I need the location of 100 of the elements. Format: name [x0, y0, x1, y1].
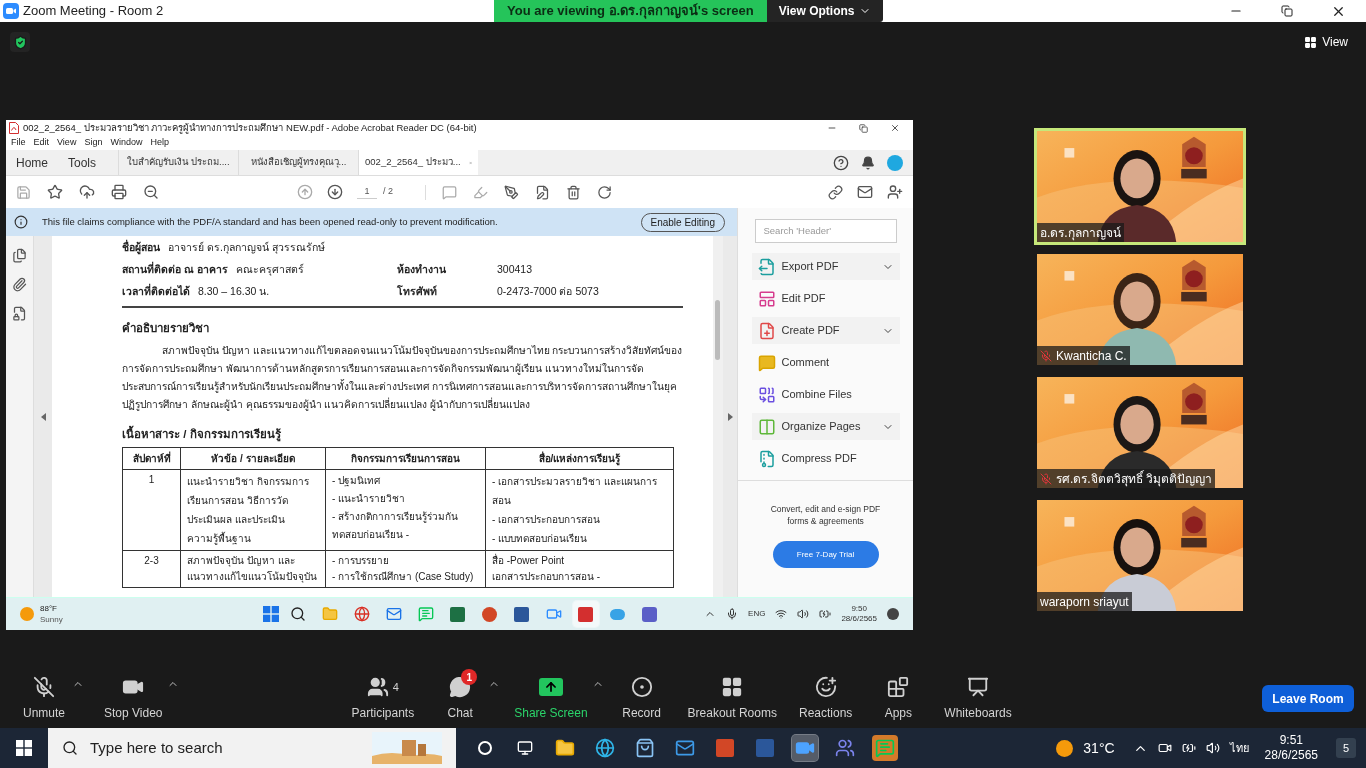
field-label: ชื่อผู้สอน — [122, 240, 160, 256]
notice-text: This file claims compliance with the PDF/A standard and has been opened read-only to prevent modification. — [42, 214, 498, 229]
record-icon — [630, 676, 653, 698]
sun-icon — [1056, 739, 1074, 757]
whiteboards-button[interactable]: Whiteboards — [936, 668, 1020, 722]
trash-icon[interactable] — [566, 184, 581, 200]
nav-tab[interactable]: Home — [6, 150, 58, 175]
share-screen-button[interactable]: Share Screen — [506, 668, 596, 722]
mail-icon[interactable] — [857, 184, 873, 200]
tool-item[interactable]: Organize Pages — [751, 413, 900, 440]
clock-date: 28/6/2565 — [1264, 748, 1318, 763]
attachment-icon[interactable] — [12, 277, 27, 292]
close-icon[interactable] — [890, 123, 900, 133]
language-indicator[interactable]: ไทย — [1229, 739, 1249, 757]
restore-icon[interactable] — [1281, 5, 1293, 17]
volume-icon[interactable] — [797, 608, 810, 620]
zoom-out-icon[interactable] — [143, 184, 159, 200]
page-number-field[interactable]: 1 — [357, 184, 377, 200]
apps-button[interactable]: Apps — [866, 668, 931, 722]
media-line: เอกสารประกอบการสอน - — [492, 569, 602, 584]
tool-item[interactable]: Compress PDF — [751, 445, 900, 472]
help-icon[interactable] — [833, 154, 849, 171]
next-page-icon[interactable] — [327, 184, 343, 200]
breakout-button[interactable]: Breakout Rooms — [679, 668, 785, 722]
pages-panel-icon[interactable] — [12, 248, 27, 263]
landscape-icon — [372, 732, 442, 764]
tool-item[interactable]: Create PDF — [751, 317, 900, 344]
view-options-button[interactable]: View Options — [766, 0, 883, 22]
menu-item[interactable]: View — [57, 136, 77, 150]
add-user-icon[interactable] — [887, 184, 903, 200]
column-header: สื่อ/แหล่งการเรียนรู้ — [485, 447, 674, 470]
pen-icon[interactable] — [504, 184, 519, 200]
camera-icon[interactable] — [1157, 741, 1172, 755]
video-tile[interactable]: อ.ดร.กุลกาญจน์ — [1034, 128, 1246, 245]
tool-item[interactable]: Edit PDF — [751, 285, 900, 312]
menu-item[interactable]: Help — [150, 136, 169, 150]
volume-icon[interactable] — [1205, 741, 1220, 755]
media-line: - แบบทดสอบก่อนเรียน — [492, 531, 589, 546]
video-tile[interactable]: waraporn sriayut — [1034, 497, 1246, 614]
tool-item[interactable]: Combine Files — [751, 381, 900, 408]
temperature: 31°C — [1083, 738, 1115, 758]
nav-tab[interactable]: Tools — [58, 150, 107, 175]
topic-line: เรียนการสอน วิธีการวัด — [187, 493, 289, 508]
audio-button[interactable]: Unmute — [12, 668, 76, 722]
edit-file-icon[interactable] — [535, 184, 550, 200]
menu-item[interactable]: Sign — [84, 136, 103, 150]
menu-item[interactable]: Window — [110, 136, 143, 150]
video-tile[interactable]: Kwanticha C. — [1034, 251, 1246, 368]
page-total: / 2 — [383, 185, 393, 199]
windows-icon[interactable] — [262, 606, 279, 622]
view-button[interactable]: View — [1304, 33, 1348, 51]
security-badge[interactable] — [10, 32, 30, 52]
restore-icon[interactable] — [859, 123, 868, 133]
video-tile[interactable]: รศ.ดร.จิตตวิสุทธิ์ วิมุตติปัญญา — [1034, 374, 1246, 491]
scrollbar[interactable] — [715, 300, 720, 360]
wifi-icon[interactable] — [775, 608, 788, 620]
media-line: สื่อ -Power Point — [492, 552, 566, 568]
print-icon[interactable] — [111, 184, 127, 200]
leave-button[interactable]: Leave Room — [1262, 685, 1354, 712]
upload-icon[interactable] — [79, 184, 95, 200]
unread-badge: 1 — [461, 669, 478, 685]
mic-icon[interactable] — [726, 608, 739, 620]
chat-button[interactable]: 1 Chat — [428, 668, 493, 722]
reactions-button[interactable]: Reactions — [790, 668, 861, 722]
participants-button[interactable]: 4 Participants — [343, 668, 423, 722]
field-value: 8.30 – 16.30 น. — [198, 283, 270, 299]
battery-icon[interactable] — [1181, 741, 1196, 755]
record-button[interactable]: Record — [609, 668, 674, 722]
windows-icon[interactable] — [16, 740, 32, 756]
promo-text: Convert, edit and e-sign PDF forms & agreements — [769, 503, 882, 527]
video-call-icon[interactable] — [792, 735, 818, 761]
tool-item[interactable]: Export PDF — [751, 253, 900, 280]
taskbar-search-field[interactable]: Type here to search — [48, 728, 456, 768]
activity-line: - แนะนำรายวิชา — [332, 491, 407, 506]
link-icon[interactable] — [828, 184, 843, 200]
compress-icon — [757, 449, 776, 468]
collapse-arrow-icon[interactable] — [40, 412, 46, 421]
file-lock-icon[interactable] — [12, 306, 27, 321]
app-logo-icon — [3, 3, 19, 19]
expand-arrow-icon[interactable] — [727, 412, 733, 421]
smiley-icon — [814, 676, 837, 698]
clock-date: 28/6/2565 — [841, 614, 877, 624]
menu-item[interactable]: Edit — [33, 136, 50, 150]
star-icon[interactable] — [47, 184, 63, 200]
topic-line: แนะนำรายวิชา กิจกรรมการ — [187, 474, 310, 489]
search-icon — [62, 740, 78, 756]
notification-badge[interactable]: 5 — [1336, 738, 1356, 758]
free-trial-button[interactable]: Free 7-Day Trial — [772, 541, 879, 568]
battery-icon[interactable] — [819, 608, 832, 620]
bell-icon[interactable] — [861, 155, 875, 170]
rotate-icon[interactable] — [597, 184, 612, 200]
window-title: Zoom Meeting - Room 2 — [23, 2, 164, 21]
menu-item[interactable]: File — [11, 136, 26, 150]
language-indicator[interactable]: ENG — [748, 608, 766, 620]
topic-line: แนวทางแก้ไขแนวโน้มปัจจุบัน — [187, 569, 318, 585]
video-button[interactable]: Stop Video — [96, 668, 171, 722]
column-header: หัวข้อ / รายละเอียด — [180, 447, 326, 470]
tool-item[interactable]: Comment — [751, 349, 900, 376]
column-header: สัปดาห์ที่ — [122, 447, 181, 470]
document-tab[interactable]: 002_2_2564_ ประมว... — [358, 150, 479, 175]
